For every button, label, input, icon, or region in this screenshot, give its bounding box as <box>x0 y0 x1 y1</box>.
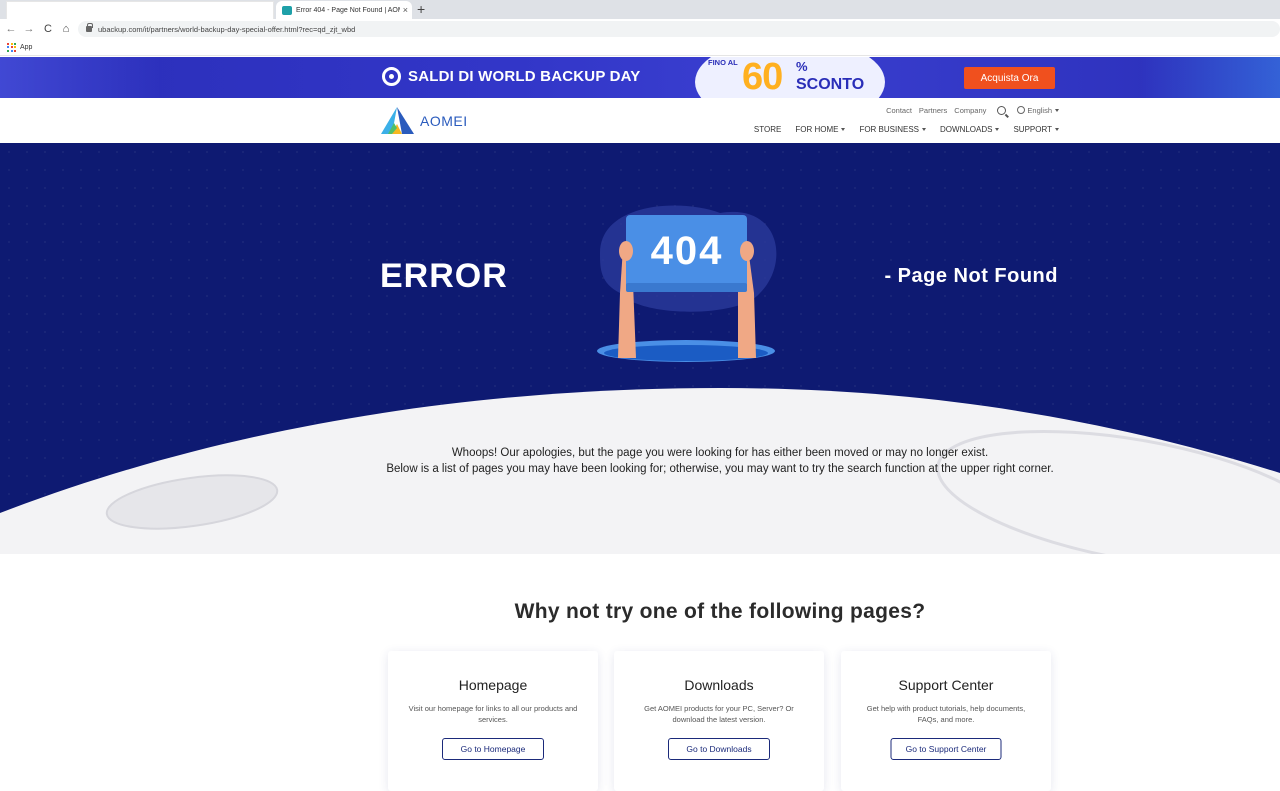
apps-grid-icon[interactable] <box>7 42 16 52</box>
caret-down-icon <box>1055 128 1059 131</box>
nav-for-business-label: FOR BUSINESS <box>859 125 920 134</box>
promo-sconto: SCONTO <box>796 76 865 93</box>
nav-for-home[interactable]: FOR HOME <box>795 125 846 134</box>
aomei-logo-icon <box>381 107 414 134</box>
language-selector[interactable]: English <box>1017 106 1059 115</box>
language-label: English <box>1027 106 1052 115</box>
back-arrow-icon[interactable]: ← <box>4 22 18 36</box>
apology-line-2: Below is a list of pages you may have be… <box>386 463 1054 475</box>
nav-support-label: SUPPORT <box>1013 125 1052 134</box>
card-description: Visit our homepage for links to all our … <box>408 704 578 724</box>
top-link-contact[interactable]: Contact <box>886 106 912 115</box>
aomei-logo[interactable]: AOMEI <box>380 106 468 135</box>
nav-for-home-label: FOR HOME <box>795 125 839 134</box>
new-tab-icon[interactable]: + <box>417 2 425 16</box>
caret-down-icon <box>841 128 846 131</box>
tab-title: Error 404 - Page Not Found | AOMEI <box>296 6 400 14</box>
top-utility-nav: Contact Partners Company English <box>886 106 1059 115</box>
top-link-partners[interactable]: Partners <box>919 106 947 115</box>
card-description: Get help with product tutorials, help do… <box>866 704 1026 724</box>
hero-illustration <box>0 205 1280 554</box>
error-hero: ERROR 404 - Page Not Found Whoops! Our a… <box>0 143 1280 554</box>
promo-logo-icon <box>382 67 401 86</box>
url-text: ubackup.com/it/partners/world-backup-day… <box>98 24 356 34</box>
main-nav: STORE FOR HOME FOR BUSINESS DOWNLOADS SU… <box>754 125 1059 134</box>
error-subtitle: - Page Not Found <box>884 265 1058 287</box>
error-title: ERROR <box>380 257 508 295</box>
tab-close-icon[interactable]: × <box>403 5 408 15</box>
browser-tab-active[interactable]: Error 404 - Page Not Found | AOMEI × <box>276 1 412 19</box>
card-description: Get AOMEI products for your PC, Server? … <box>644 704 794 724</box>
nav-downloads[interactable]: DOWNLOADS <box>940 125 1000 134</box>
nav-downloads-label: DOWNLOADS <box>940 125 993 134</box>
nav-store[interactable]: STORE <box>754 125 781 134</box>
card-homepage: Homepage Visit our homepage for links to… <box>388 651 598 791</box>
browser-tabstrip: Error 404 - Page Not Found | AOMEI × + <box>0 0 1280 19</box>
nav-support[interactable]: SUPPORT <box>1013 125 1059 134</box>
promo-fino-al: FINO AL <box>708 58 738 67</box>
caret-down-icon <box>995 128 1000 131</box>
card-title: Downloads <box>684 677 754 693</box>
error-code: 404 <box>650 229 724 273</box>
buy-now-button[interactable]: Acquista Ora <box>964 67 1055 89</box>
promo-discount-value: 60 <box>742 57 783 98</box>
card-title: Homepage <box>458 677 528 693</box>
apology-line-1: Whoops! Our apologies, but the page you … <box>451 447 989 459</box>
browser-addressbar: ← → C ⌂ ubackup.com/it/partners/world-ba… <box>0 19 1280 39</box>
card-downloads: Downloads Get AOMEI products for your PC… <box>614 651 824 791</box>
go-to-support-center-button[interactable]: Go to Support Center <box>890 738 1002 760</box>
promo-glow-right <box>1140 57 1280 98</box>
caret-down-icon <box>1055 109 1059 112</box>
promo-percent: % <box>796 59 808 74</box>
globe-icon <box>1017 106 1026 114</box>
card-title: Support Center <box>898 677 994 693</box>
promo-glow-left <box>0 57 160 98</box>
go-to-homepage-button[interactable]: Go to Homepage <box>442 738 544 760</box>
logo-text: AOMEI <box>420 112 468 129</box>
browser-tab-blank[interactable] <box>6 1 274 19</box>
site-header: AOMEI Contact Partners Company English S… <box>0 98 1280 143</box>
nav-for-business[interactable]: FOR BUSINESS <box>859 125 927 134</box>
lock-icon[interactable] <box>86 23 93 32</box>
go-to-downloads-button[interactable]: Go to Downloads <box>668 738 770 760</box>
sign-board-edge <box>626 283 747 292</box>
favicon-icon <box>282 5 292 15</box>
card-support-center: Support Center Get help with product tut… <box>841 651 1051 791</box>
top-link-company[interactable]: Company <box>954 106 986 115</box>
home-icon[interactable]: ⌂ <box>59 22 73 36</box>
promo-title: SALDI DI WORLD BACKUP DAY <box>408 68 641 85</box>
caret-down-icon <box>922 128 927 131</box>
suggestions-heading: Why not try one of the following pages? <box>514 600 926 623</box>
reload-icon[interactable]: C <box>41 22 55 36</box>
url-input[interactable]: ubackup.com/it/partners/world-backup-day… <box>78 21 1280 37</box>
promo-banner[interactable]: SALDI DI WORLD BACKUP DAY FINO AL 60 % S… <box>0 57 1280 98</box>
apology-text: Whoops! Our apologies, but the page you … <box>0 445 1280 477</box>
search-icon[interactable] <box>997 106 1007 115</box>
bookmark-apps[interactable]: App <box>20 44 32 51</box>
forward-arrow-icon[interactable]: → <box>22 22 36 36</box>
bookmarks-bar: App <box>0 39 1280 56</box>
